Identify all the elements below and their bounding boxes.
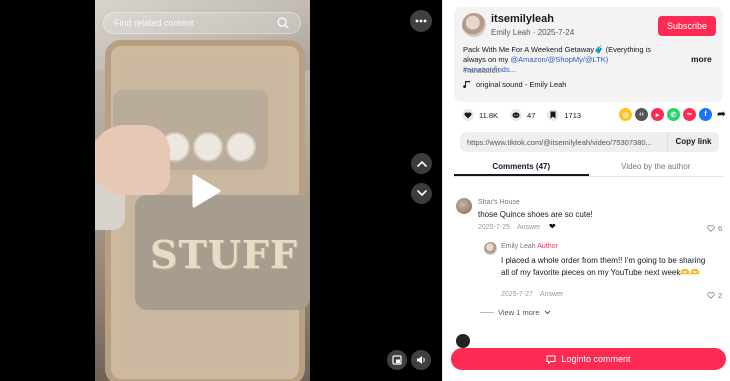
heart-icon bbox=[462, 109, 474, 121]
divider-line bbox=[480, 312, 494, 313]
reply-like-count: 2 bbox=[718, 291, 723, 300]
author-display-name: Emily Leah bbox=[491, 28, 531, 37]
chevron-up-icon bbox=[416, 160, 427, 167]
reply-date: 2025-7-27 bbox=[501, 291, 533, 298]
comment-like-count: 6 bbox=[718, 224, 723, 233]
music-note-icon bbox=[463, 81, 470, 88]
chevron-down-icon bbox=[416, 190, 427, 197]
app-root: STUFF Find related content itsemilyleah … bbox=[0, 0, 730, 381]
comment-count: 47 bbox=[527, 110, 536, 120]
save-button[interactable]: 1713 bbox=[547, 109, 581, 121]
video-overlay-text: STUFF bbox=[150, 232, 298, 277]
comment-date: 2025-7-25 bbox=[478, 224, 510, 231]
author-username[interactable]: itsemilyleah bbox=[491, 13, 554, 25]
tab-comments[interactable]: Comments (47) bbox=[454, 158, 589, 176]
reply-avatar[interactable] bbox=[484, 242, 497, 255]
action-bar: 11.8K 47 1713 bbox=[462, 109, 593, 121]
facebook-icon[interactable]: f bbox=[699, 108, 712, 121]
author-badge: Author bbox=[537, 243, 558, 250]
play-icon[interactable] bbox=[188, 173, 222, 209]
share-url[interactable]: https://www.tiktok.com/@itsemilyleah/vid… bbox=[460, 138, 667, 147]
comment-text: those Quince shoes are so cute! bbox=[478, 210, 593, 219]
comment-like-button[interactable]: 6 bbox=[707, 224, 722, 233]
share-icons: ◎ ‹› ▸ ✆ ∞ f ➦ bbox=[619, 108, 728, 121]
search-box[interactable] bbox=[103, 12, 301, 34]
like-count: 11.8K bbox=[479, 110, 499, 120]
reply-like-button[interactable]: 2 bbox=[707, 291, 722, 300]
whatsapp-icon[interactable]: ✆ bbox=[667, 108, 680, 121]
comment-button[interactable]: 47 bbox=[510, 109, 535, 121]
view-more-label: View 1 more bbox=[498, 308, 540, 317]
tab-bar: Comments (47) Video by the author bbox=[454, 158, 723, 177]
volume-button[interactable] bbox=[411, 350, 431, 370]
more-horizontal-icon bbox=[415, 19, 427, 23]
search-icon[interactable] bbox=[276, 16, 290, 30]
reply-author[interactable]: Emily Leah Author bbox=[501, 243, 558, 250]
previous-video-button[interactable] bbox=[411, 153, 432, 174]
share-friends-icon[interactable]: ◎ bbox=[619, 108, 632, 121]
like-button[interactable]: 11.8K bbox=[462, 109, 498, 121]
share-arrow-icon[interactable]: ➦ bbox=[715, 108, 728, 121]
heart-outline-icon bbox=[707, 292, 715, 299]
volume-icon bbox=[416, 356, 425, 364]
tab-author-videos[interactable]: Video by the author bbox=[589, 158, 724, 176]
heart-outline-icon bbox=[707, 225, 715, 232]
video-hand bbox=[95, 125, 170, 195]
login-label: Loginto comment bbox=[561, 354, 631, 364]
commenter-avatar[interactable] bbox=[456, 334, 470, 348]
video-roll bbox=[226, 132, 256, 162]
chevron-down-icon bbox=[544, 310, 550, 315]
embed-icon[interactable]: ‹› bbox=[635, 108, 648, 121]
author-avatar[interactable] bbox=[462, 13, 486, 37]
next-video-button[interactable] bbox=[411, 183, 432, 204]
reply-button[interactable]: Answer bbox=[540, 291, 563, 298]
video-pane: STUFF bbox=[0, 0, 442, 381]
author-liked-icon: ❤︎ bbox=[549, 222, 556, 231]
video-roll bbox=[193, 132, 223, 162]
share-url-bar: https://www.tiktok.com/@itsemilyleah/vid… bbox=[460, 132, 719, 152]
post-date: 2025-7-24 bbox=[537, 28, 575, 37]
sound-link[interactable]: original sound - Emily Leah bbox=[463, 80, 566, 89]
commenter-avatar[interactable] bbox=[456, 198, 472, 214]
send-icon[interactable]: ▸ bbox=[651, 108, 664, 121]
author-meta: Emily Leah · 2025-7-24 bbox=[491, 28, 574, 37]
search-input[interactable] bbox=[114, 18, 276, 28]
picture-in-picture-icon bbox=[392, 355, 402, 365]
bookmark-icon bbox=[547, 109, 560, 121]
reply-button[interactable]: Answer bbox=[517, 224, 540, 231]
sound-name: original sound - Emily Leah bbox=[476, 80, 567, 89]
comment-icon bbox=[510, 109, 523, 121]
commenter-name[interactable]: Shar's House bbox=[478, 199, 520, 206]
save-count: 1713 bbox=[564, 110, 582, 120]
more-options-button[interactable] bbox=[410, 10, 432, 32]
subscribe-button[interactable]: Subscribe bbox=[658, 16, 716, 36]
picture-in-picture-button[interactable] bbox=[387, 350, 407, 370]
reply-text: I placed a whole order from them!! I'm g… bbox=[501, 256, 706, 277]
comment-icon bbox=[546, 355, 556, 364]
link-icon[interactable]: ∞ bbox=[683, 108, 696, 121]
translation-link[interactable]: Translation bbox=[463, 66, 500, 75]
more-link[interactable]: more bbox=[691, 54, 712, 64]
view-more-replies[interactable]: View 1 more bbox=[480, 308, 551, 317]
login-to-comment-button[interactable]: Loginto comment bbox=[451, 348, 726, 370]
copy-link-button[interactable]: Copy link bbox=[667, 132, 719, 152]
reply-author-name: Emily Leah bbox=[501, 243, 536, 250]
